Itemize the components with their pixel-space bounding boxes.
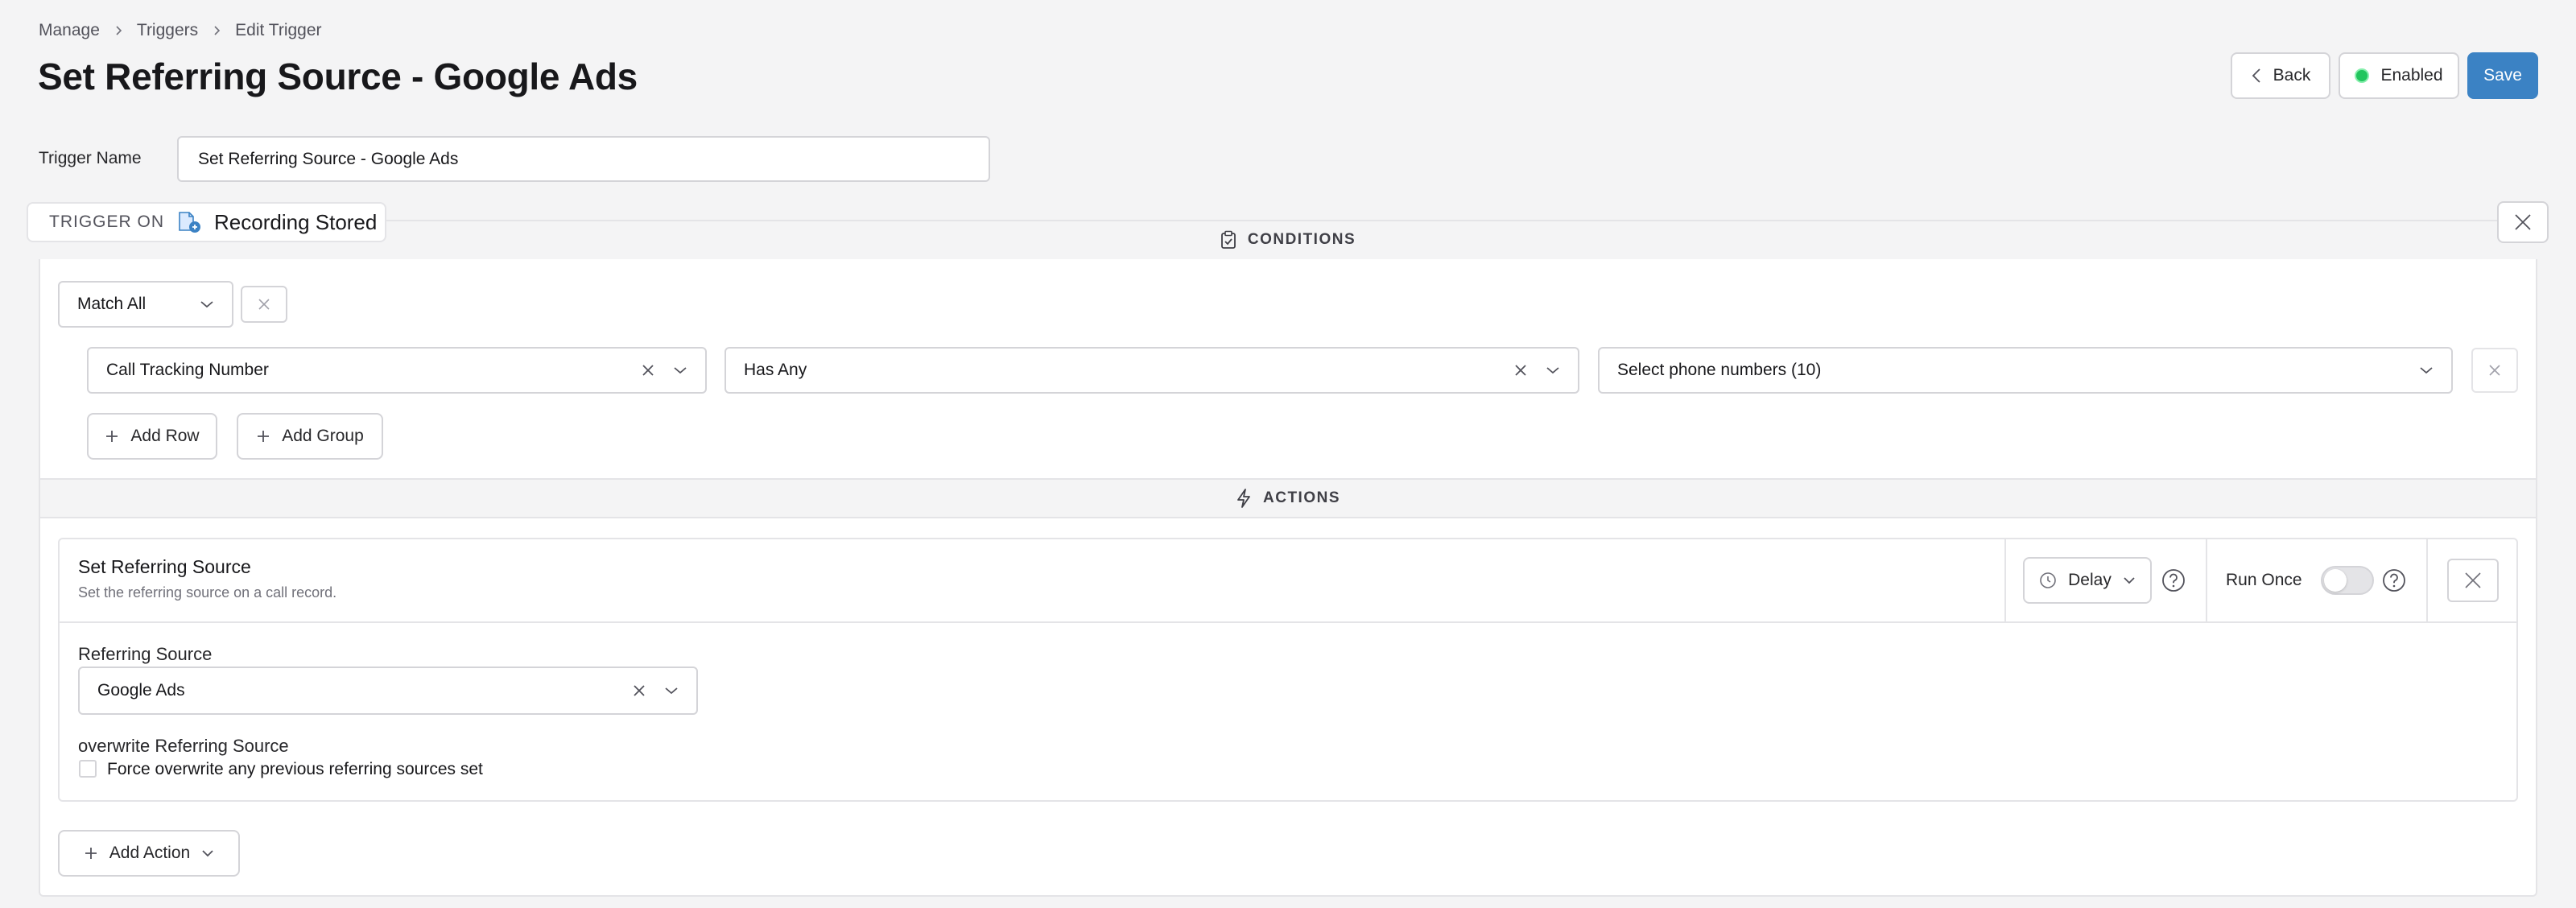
overwrite-checkbox-label[interactable]: Force overwrite any previous referring s…: [107, 760, 483, 779]
divider: [60, 621, 2516, 623]
phone-numbers-value: Select phone numbers (10): [1617, 361, 1822, 379]
clock-icon: [2039, 572, 2057, 589]
add-row-button[interactable]: Add Row: [87, 413, 217, 460]
toggle-knob: [2324, 569, 2347, 592]
add-action-label: Add Action: [109, 844, 191, 862]
referring-source-label: Referring Source: [78, 644, 213, 664]
chevron-down-icon: [201, 848, 214, 858]
add-row-label: Add Row: [130, 427, 200, 445]
plus-icon: [84, 846, 98, 861]
clipboard-check-icon: [1220, 230, 1236, 250]
breadcrumb: Manage Triggers Edit Trigger: [39, 21, 322, 40]
chevron-down-icon: [664, 686, 679, 695]
delay-button[interactable]: Delay: [2023, 557, 2152, 604]
overwrite-label: overwrite Referring Source: [78, 736, 289, 756]
trigger-name-input[interactable]: Set Referring Source - Google Ads: [177, 136, 990, 182]
close-icon: [258, 298, 270, 311]
overwrite-checkbox[interactable]: [79, 760, 97, 778]
add-action-button[interactable]: Add Action: [58, 830, 240, 877]
run-once-label: Run Once: [2226, 571, 2302, 589]
trigger-name-label: Trigger Name: [39, 149, 142, 167]
chevron-left-icon: [2251, 67, 2262, 85]
run-once-toggle[interactable]: [2321, 566, 2374, 595]
match-all-value: Match All: [77, 295, 147, 313]
help-icon[interactable]: [2382, 568, 2406, 592]
add-group-label: Add Group: [282, 427, 364, 445]
add-group-button[interactable]: Add Group: [237, 413, 383, 460]
close-icon: [2463, 571, 2483, 590]
condition-field-value: Call Tracking Number: [106, 361, 269, 379]
remove-action-button[interactable]: [2447, 559, 2499, 602]
help-icon[interactable]: [2161, 568, 2186, 592]
remove-group-button[interactable]: [241, 286, 287, 323]
plus-icon: [105, 429, 119, 444]
chevron-down-icon: [673, 365, 687, 375]
condition-field-select[interactable]: Call Tracking Number: [87, 347, 707, 394]
divider: [2426, 539, 2428, 621]
referring-source-value: Google Ads: [97, 681, 185, 700]
remove-row-button[interactable]: [2471, 348, 2518, 393]
action-title: Set Referring Source: [78, 556, 251, 577]
actions-header: ACTIONS: [39, 478, 2537, 518]
lightning-icon: [1236, 488, 1252, 509]
chevron-down-icon: [2123, 576, 2136, 585]
phone-numbers-select[interactable]: Select phone numbers (10): [1598, 347, 2453, 394]
chevron-down-icon: [1546, 365, 1560, 375]
conditions-title: CONDITIONS: [1247, 231, 1356, 248]
chevron-right-icon: [211, 25, 222, 36]
action-description: Set the referring source on a call recor…: [78, 584, 337, 601]
referring-source-select[interactable]: Google Ads: [78, 667, 698, 715]
delay-label: Delay: [2068, 571, 2112, 589]
breadcrumb-edit-trigger: Edit Trigger: [235, 21, 322, 39]
plus-icon: [256, 429, 270, 444]
status-dot-icon: [2355, 68, 2370, 83]
breadcrumb-manage[interactable]: Manage: [39, 21, 100, 40]
chevron-down-icon: [2419, 365, 2434, 375]
condition-operator-select[interactable]: Has Any: [724, 347, 1579, 394]
condition-operator-value: Has Any: [744, 361, 807, 379]
clear-icon[interactable]: [1513, 363, 1528, 378]
divider: [2206, 539, 2207, 621]
chevron-down-icon: [200, 299, 214, 309]
breadcrumb-triggers[interactable]: Triggers: [137, 21, 198, 40]
back-label: Back: [2273, 66, 2311, 85]
enabled-label: Enabled: [2380, 66, 2443, 85]
clear-icon[interactable]: [632, 683, 646, 698]
chevron-right-icon: [113, 25, 124, 36]
page-title: Set Referring Source - Google Ads: [38, 56, 638, 97]
back-button[interactable]: Back: [2231, 52, 2330, 99]
save-button[interactable]: Save: [2467, 52, 2538, 99]
divider: [2004, 539, 2006, 621]
clear-icon[interactable]: [641, 363, 655, 378]
match-all-select[interactable]: Match All: [58, 281, 233, 328]
close-icon: [2488, 364, 2501, 377]
conditions-header: CONDITIONS: [39, 221, 2537, 259]
enabled-toggle-button[interactable]: Enabled: [2339, 52, 2459, 99]
actions-title: ACTIONS: [1263, 489, 1340, 506]
